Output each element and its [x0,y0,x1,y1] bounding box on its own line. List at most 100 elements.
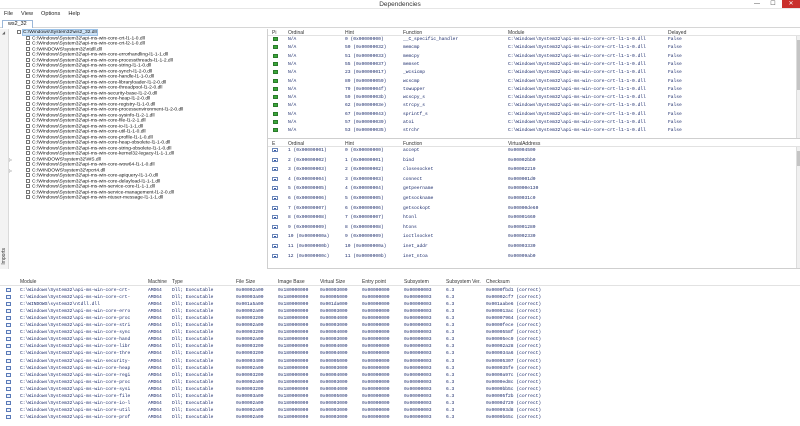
module-row[interactable]: C:\Windows\System32\api-ms-win-core-heap… [0,365,800,372]
module-row[interactable]: C:\Windows\System32\api-ms-win-core-sysi… [0,386,800,393]
module-image-base: 0x180000000 [278,337,309,343]
module-row[interactable]: C:\Windows\System32\api-ms-win-core-stri… [0,323,800,329]
module-icon [26,189,30,194]
module-row[interactable]: C:\Windows\System32\api-ms-win-core-crt-… [0,295,800,301]
import-row[interactable]: N/A 51 (0x00000033) memcpy C:\Windows\Syste… [268,53,800,60]
export-row[interactable]: 6 (0x00000006) 5 (0x00000005) getsockname 0… [268,196,800,202]
module-path: C:\Windows\System32\api-ms-win-core-file [20,393,131,399]
import-row[interactable]: N/A 89 (0x00000059) wcscmp C:\Windows\Syste… [268,78,800,85]
col-ordinal[interactable]: Ordinal [288,141,304,147]
col-type[interactable]: Type [172,279,183,285]
module-type: Dll; Executable [172,386,214,392]
maximize-button[interactable]: ☐ [766,0,780,8]
col-ordinal[interactable]: Ordinal [288,30,304,36]
col-file-size[interactable]: File Size [236,279,255,285]
import-row[interactable]: N/A 0 (0x00000000) __C_specific_handler C:\… [268,37,800,43]
minimize-button[interactable]: — [750,0,764,8]
module-row[interactable]: C:\Windows\System32\api-ms-win-core-proc… [0,379,800,386]
tab-ws2-32[interactable]: ws2_32 [2,20,33,28]
col-checksum[interactable]: Checksum [486,279,510,285]
export-virtual-address: 0x00002bb0 [508,157,536,163]
export-row[interactable]: 11 (0x0000000b) 10 (0x0000000a) inet_addr 0… [268,244,800,250]
col-e[interactable]: E [272,141,275,147]
import-row[interactable]: N/A 23 (0x00000017) _wcsicmp C:\Windows\Sys… [268,70,800,76]
module-row[interactable]: C:\Windows\System32\api-ms-win-core-prof… [0,414,800,421]
col-subsystem-ver[interactable]: Subsystem Ver. [446,279,481,285]
col-pi[interactable]: Pi [272,30,276,36]
menu-view[interactable]: View [17,10,37,18]
module-row[interactable]: C:\Windows\System32\api-ms-win-core-libr… [0,344,800,350]
col-module[interactable]: Module [20,279,36,285]
col-hint[interactable]: Hint [345,30,354,36]
col-module[interactable]: Module [508,30,524,36]
module-row[interactable]: C:\Windows\System32\api-ms-win-core-thre… [0,351,800,357]
export-row[interactable]: 12 (0x0000000c) 11 (0x0000000b) inet_ntoa 0… [268,253,800,260]
export-row[interactable]: 10 (0x0000000a) 9 (0x00000009) ioctlsocket… [268,234,800,240]
import-function: wcscpy_s [403,95,426,101]
module-row[interactable]: C:\Windows\System32\api-ms-win-core-sync… [0,330,800,336]
col-image-base[interactable]: Image Base [278,279,305,285]
title-bar: Dependencies — ☐ ✕ [0,0,800,9]
import-row[interactable]: N/A 79 (0x0000004f) towupper C:\Windows\Sys… [268,86,800,93]
menu-file[interactable]: File [0,10,17,18]
import-row[interactable]: N/A 55 (0x00000037) memset C:\Windows\Syste… [268,61,800,68]
module-row[interactable]: C:\Windows\System32\api-ms-win-core-regi… [0,372,800,379]
col-virtual-address[interactable]: VirtualAddress [508,141,540,147]
export-row[interactable]: 9 (0x00000009) 8 (0x00000008) htons 0x00001… [268,224,800,231]
import-row[interactable]: N/A 59 (0x0000003b) wcscpy_s C:\Windows\Sys… [268,95,800,101]
module-virtual-size: 0x00005000 [320,393,348,399]
module-machine: AMD64 [148,337,162,343]
import-row[interactable]: N/A 57 (0x00000039) atoi C:\Windows\System3… [268,120,800,126]
export-row[interactable]: 8 (0x00000008) 7 (0x00000007) htonl 0x00001… [268,215,800,221]
export-ordinal: 3 (0x00000003) [288,167,327,173]
import-function: strcpy_s [403,103,426,109]
module-machine: AMD64 [148,407,162,413]
module-row[interactable]: C:\Windows\System32\api-ms-win-security-… [0,358,800,365]
import-hint: 59 (0x0000003b) [345,95,387,101]
module-row[interactable]: C:\Windows\System32\api-ms-win-core-hand… [0,337,800,343]
export-row[interactable]: 7 (0x00000007) 6 (0x00000006) getsockopt 0x… [268,205,800,212]
module-row[interactable]: C:\Windows\System32\api-ms-win-core-io-l… [0,400,800,407]
imports-side-tab[interactable]: Imports [0,29,9,269]
module-row[interactable]: C:\Windows\System32\api-ms-win-core-file… [0,393,800,400]
col-subsystem[interactable]: Subsystem [404,279,429,285]
collapsed-arrow-icon[interactable]: ▷ [9,157,12,162]
col-hint[interactable]: Hint [345,141,354,147]
export-row[interactable]: 5 (0x00000005) 4 (0x00000004) getpeername 0… [268,186,800,192]
tree-item[interactable]: C:\Windows\System32\api-ms-win-ntuser-me… [26,195,163,201]
import-row[interactable]: N/A 50 (0x00000032) memcmp C:\Windows\Syste… [268,45,800,51]
menu-help[interactable]: Help [64,10,84,18]
module-entry-point: 0x00000000 [362,379,390,385]
export-row[interactable]: 2 (0x00000002) 1 (0x00000001) bind 0x00002b… [268,157,800,164]
export-row[interactable]: 1 (0x00000001) 0 (0x00000000) accept 0x0000… [268,148,800,154]
col-function[interactable]: Function [403,141,422,147]
module-row[interactable]: C:\Windows\System32\api-ms-win-core-proc… [0,316,800,322]
exports-scrollbar[interactable] [796,147,800,268]
module-icon [26,156,30,161]
module-file-size: 0x00002a00 [236,309,264,315]
collapsed-arrow-icon[interactable]: ▷ [9,168,12,173]
module-row[interactable]: C:\Windows\System32\api-ms-win-core-crt-… [0,288,800,294]
import-function: __C_specific_handler [403,37,459,42]
col-entry-point[interactable]: Entry point [362,279,386,285]
col-virtual-size[interactable]: Virtual Size [320,279,345,285]
import-row[interactable]: N/A 53 (0x00000035) strchr C:\Windows\Syste… [268,128,800,134]
module-type: Dll; Executable [172,323,214,329]
import-row[interactable]: N/A 67 (0x00000043) sprintf_s C:\Windows\Sy… [268,111,800,118]
imports-scrollbar[interactable] [796,36,800,138]
expand-arrow-icon[interactable]: ◢ [2,30,5,35]
import-row[interactable]: N/A 62 (0x0000003e) strcpy_s C:\Windows\Sys… [268,103,800,109]
close-button[interactable]: ✕ [782,0,800,8]
module-row[interactable]: C:\WINDOWS\system32\ntdll.dll AMD64 Dll; E… [0,302,800,308]
module-subsystem: 0x00000003 [404,379,432,385]
module-row[interactable]: C:\Windows\System32\api-ms-win-core-util… [0,407,800,414]
col-function[interactable]: Function [403,30,422,36]
module-row[interactable]: C:\Windows\System32\api-ms-win-core-erro… [0,309,800,315]
export-row[interactable]: 4 (0x00000004) 3 (0x00000003) connect 0x000… [268,176,800,183]
menu-options[interactable]: Options [37,10,64,18]
export-row[interactable]: 3 (0x00000003) 2 (0x00000002) closesocket 0… [268,167,800,173]
col-delayed[interactable]: Delayed [668,30,686,36]
module-icon [6,358,11,363]
export-ordinal: 6 (0x00000006) [288,196,327,201]
col-machine[interactable]: Machine [148,279,167,285]
